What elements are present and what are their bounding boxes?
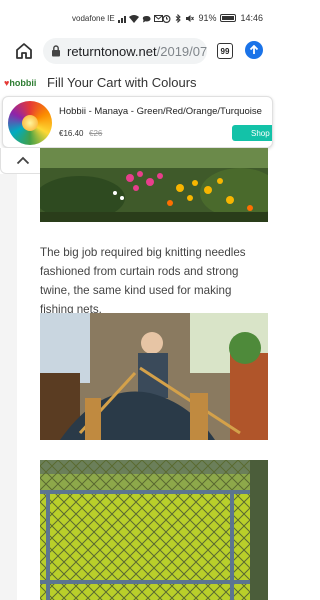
product-name: Hobbii - Manaya - Green/Red/Orange/Turqu…	[59, 106, 262, 117]
url-host: returntonow.net	[67, 43, 157, 59]
wifi-icon	[128, 14, 139, 23]
update-button[interactable]	[245, 41, 263, 59]
shop-now-button[interactable]: Shop n	[232, 125, 272, 141]
article-paragraph: The big job required big knitting needle…	[40, 246, 246, 316]
product-old-price: €26	[89, 129, 103, 138]
home-button[interactable]	[14, 41, 34, 61]
bluetooth-icon	[176, 13, 182, 23]
browser-toolbar: returntonow.net/2019/07 99	[0, 36, 273, 66]
page-side-margin	[0, 174, 17, 600]
shop-button-label: Shop n	[251, 128, 272, 138]
fishing-net-photo	[40, 460, 268, 600]
address-bar[interactable]: returntonow.net/2019/07	[43, 38, 207, 64]
lock-icon	[52, 45, 60, 57]
product-price: €16.40	[59, 129, 84, 138]
garden-photo	[40, 148, 268, 222]
brand-name: hobbii	[9, 78, 37, 88]
ad-product-card[interactable]: Hobbii - Manaya - Green/Red/Orange/Turqu…	[2, 96, 273, 148]
url-path: /2019/07	[156, 43, 207, 59]
message-icon	[142, 15, 151, 22]
tab-switcher-button[interactable]: 99	[217, 43, 233, 59]
battery-percent: 91%	[198, 13, 217, 23]
status-left: vodafone IE	[72, 14, 163, 23]
mute-icon	[186, 14, 195, 22]
yarn-product-image	[8, 101, 52, 145]
mail-icon	[153, 15, 163, 22]
alarm-icon	[162, 14, 171, 23]
carrier-label: vodafone IE	[72, 14, 115, 23]
arrow-up-icon	[249, 45, 259, 54]
ad-headline: Fill Your Cart with Colours	[47, 75, 197, 90]
status-right: 91% 14:46	[162, 13, 263, 23]
home-icon	[16, 43, 32, 59]
clock-time: 14:46	[240, 13, 263, 23]
signal-icon	[117, 15, 126, 23]
ad-header[interactable]: ♥hobbii Fill Your Cart with Colours	[0, 70, 273, 96]
battery-icon	[220, 14, 237, 22]
status-bar: vodafone IE 91% 14:46	[0, 0, 273, 36]
chevron-up-icon	[16, 156, 30, 165]
tab-count: 99	[220, 46, 230, 56]
knitting-photo	[40, 313, 268, 440]
hobbii-logo: ♥hobbii	[4, 78, 37, 88]
